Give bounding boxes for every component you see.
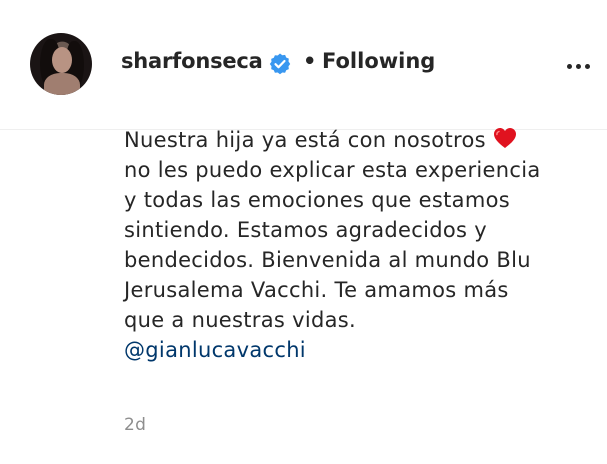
more-dot-2 — [576, 64, 581, 69]
caption-line-text: Nuestra hija ya está con nosotros — [124, 128, 486, 152]
post-timestamp[interactable]: 2d — [124, 415, 146, 435]
post-header: sharfonseca • Following — [0, 0, 607, 130]
avatar-face — [52, 47, 72, 73]
header-separator: • — [303, 49, 317, 73]
more-dot-1 — [567, 64, 572, 69]
username-link[interactable]: sharfonseca — [121, 49, 263, 73]
avatar-shoulder — [44, 73, 80, 95]
caption-line: bendecidos. Bienvenida al mundo Blu — [124, 248, 531, 272]
caption-line: sintiendo. Estamos agradecidos y — [124, 218, 487, 242]
mention-link[interactable]: @gianlucavacchi — [124, 335, 594, 365]
caption-line: Nuestra hija ya está con nosotros — [124, 125, 594, 155]
caption-line: no les puedo explicar esta experiencia — [124, 158, 541, 182]
post-caption: Nuestra hija ya está con nosotros no les… — [124, 125, 594, 365]
caption-line: que a nuestras vidas. — [124, 308, 356, 332]
verified-badge-icon — [269, 53, 291, 75]
profile-avatar[interactable] — [30, 33, 92, 95]
caption-line: y todas las emociones que estamos — [124, 188, 510, 212]
more-dot-3 — [585, 64, 590, 69]
more-options-icon[interactable] — [564, 56, 594, 76]
following-button[interactable]: Following — [322, 49, 435, 73]
caption-line: Jerusalema Vacchi. Te amamos más — [124, 278, 509, 302]
heart-emoji-icon — [493, 128, 516, 148]
